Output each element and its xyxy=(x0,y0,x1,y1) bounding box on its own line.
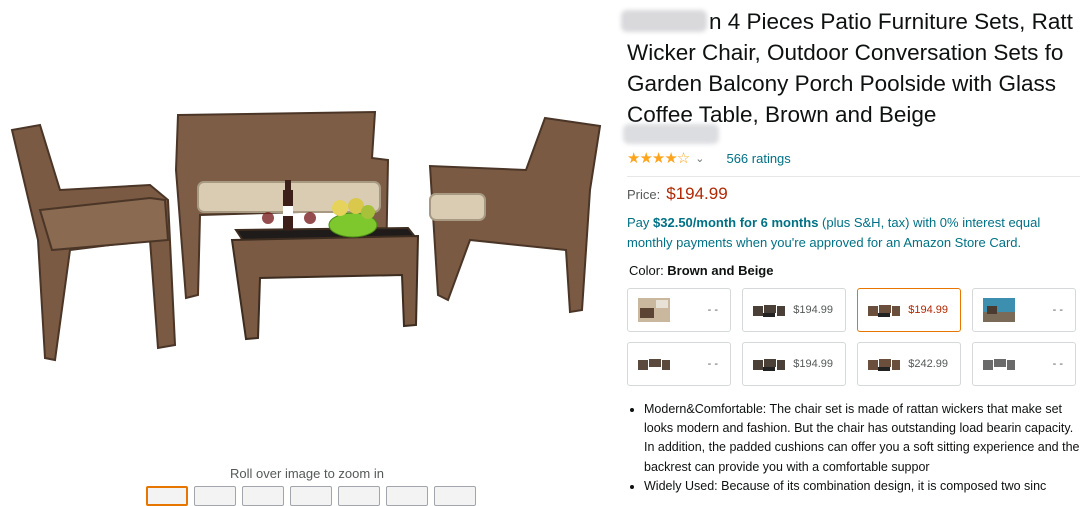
feature-bullets: Modern&Comfortable: The chair set is mad… xyxy=(627,400,1080,496)
rating-row: ★★★★☆ ⌄ 566 ratings xyxy=(627,149,791,167)
swatch-price: $194.99 xyxy=(793,358,833,370)
swatch-image xyxy=(753,359,785,371)
price-label: Price: xyxy=(627,187,661,202)
thumbnail[interactable] xyxy=(434,486,476,506)
finance-pay: Pay xyxy=(627,215,654,230)
swatch-image xyxy=(638,359,670,370)
swatch-price: $242.99 xyxy=(908,358,948,370)
swatch-price: - - xyxy=(707,304,718,316)
swatch-option[interactable]: $194.99 xyxy=(742,342,846,386)
swatch-price: - - xyxy=(1052,358,1063,370)
title-line-2: Wicker Chair, Outdoor Conversation Sets … xyxy=(627,40,1064,65)
title-line-3: Garden Balcony Porch Poolside with Glass xyxy=(627,71,1056,96)
title-line-1: n 4 Pieces Patio Furniture Sets, Ratt xyxy=(621,6,1080,37)
swatch-option[interactable]: - - xyxy=(627,288,731,332)
swatch-image xyxy=(868,359,900,371)
swatch-option[interactable]: $242.99 xyxy=(857,342,961,386)
swatch-image xyxy=(983,359,1015,370)
swatch-price: - - xyxy=(1052,304,1063,316)
image-gallery: Roll over image to zoom in xyxy=(0,0,610,506)
swatch-option[interactable]: - - xyxy=(972,342,1076,386)
finance-amount: $32.50/month for 6 months xyxy=(653,215,819,230)
thumbnail[interactable] xyxy=(146,486,188,506)
swatch-image xyxy=(638,298,670,322)
zoom-hint: Roll over image to zoom in xyxy=(230,466,384,481)
ratings-count-link[interactable]: 566 ratings xyxy=(726,151,790,166)
swatch-image xyxy=(753,305,785,317)
redacted-brand xyxy=(621,10,707,32)
thumbnail[interactable] xyxy=(290,486,332,506)
price-value: $194.99 xyxy=(666,184,728,203)
divider xyxy=(627,176,1080,177)
color-value: Brown and Beige xyxy=(667,263,774,278)
product-title: n 4 Pieces Patio Furniture Sets, Ratt Wi… xyxy=(621,6,1080,130)
swatch-option-selected[interactable]: $194.99 xyxy=(857,288,961,332)
thumbnail[interactable] xyxy=(194,486,236,506)
swatch-price: $194.99 xyxy=(908,304,948,316)
swatch-option[interactable]: - - xyxy=(627,342,731,386)
thumbnail[interactable] xyxy=(242,486,284,506)
redacted-brand-link[interactable] xyxy=(623,124,719,144)
swatch-option[interactable]: $194.99 xyxy=(742,288,846,332)
swatch-image xyxy=(868,305,900,317)
financing-offer[interactable]: Pay $32.50/month for 6 months (plus S&H,… xyxy=(627,213,1080,253)
product-details: n 4 Pieces Patio Furniture Sets, Ratt Wi… xyxy=(621,0,1080,496)
thumbnail-strip xyxy=(146,486,476,506)
chevron-down-icon[interactable]: ⌄ xyxy=(695,152,704,165)
thumbnail[interactable] xyxy=(386,486,428,506)
swatch-image xyxy=(983,298,1015,322)
color-label: Color: xyxy=(629,263,668,278)
swatch-option[interactable]: - - xyxy=(972,288,1076,332)
price-row: Price: $194.99 xyxy=(627,184,728,204)
finance-text-1: (plus S&H, tax) with 0% interest equal xyxy=(818,215,1041,230)
thumbnail[interactable] xyxy=(338,486,380,506)
star-rating-icon[interactable]: ★★★★☆ xyxy=(627,149,690,167)
finance-text-2: monthly payments when you're approved fo… xyxy=(627,235,1022,250)
swatch-price: - - xyxy=(707,358,718,370)
swatch-price: $194.99 xyxy=(793,304,833,316)
color-row: Color: Brown and Beige xyxy=(629,263,773,278)
bullet-item: Modern&Comfortable: The chair set is mad… xyxy=(644,400,1080,477)
product-main-image[interactable] xyxy=(0,90,610,380)
bullet-item: Widely Used: Because of its combination … xyxy=(644,477,1080,496)
